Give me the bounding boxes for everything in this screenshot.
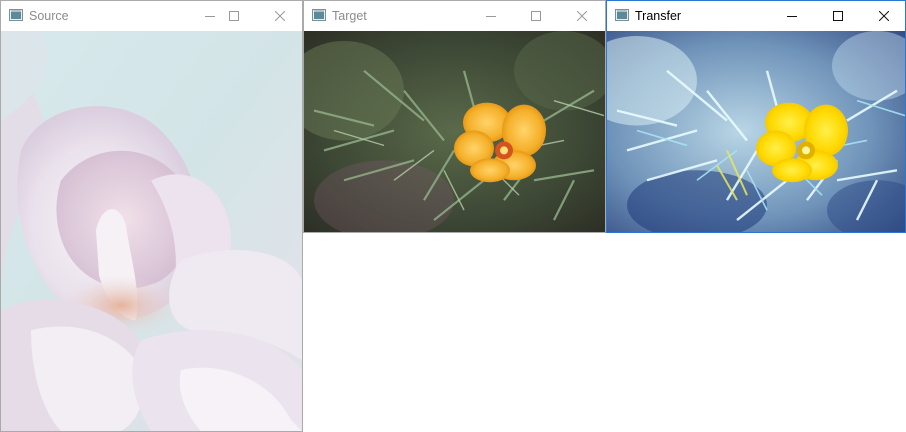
target-titlebar[interactable]: Target (304, 1, 605, 31)
source-window-title: Source (29, 9, 69, 23)
close-icon (577, 11, 587, 21)
transfer-minimize-button[interactable] (769, 1, 815, 31)
minimize-icon (787, 16, 797, 17)
target-image (304, 31, 605, 232)
minimize-icon (486, 16, 496, 17)
close-icon (879, 11, 889, 21)
transfer-image-area (607, 31, 905, 232)
close-icon (275, 11, 285, 21)
transfer-close-button[interactable] (861, 1, 905, 31)
transfer-maximize-button[interactable] (815, 1, 861, 31)
app-window-icon (9, 9, 23, 21)
source-maximize-button[interactable] (211, 1, 257, 31)
maximize-icon (833, 11, 843, 21)
transfer-window[interactable]: Transfer (606, 0, 906, 233)
source-titlebar[interactable]: Source (1, 1, 302, 31)
target-window[interactable]: Target (303, 0, 606, 233)
transfer-window-title: Transfer (635, 9, 682, 23)
source-close-button[interactable] (257, 1, 302, 31)
target-image-area (304, 31, 605, 232)
maximize-icon (531, 11, 541, 21)
target-maximize-button[interactable] (513, 1, 559, 31)
target-minimize-button[interactable] (468, 1, 514, 31)
transfer-image (607, 31, 905, 232)
source-image (1, 31, 302, 431)
app-window-icon (615, 9, 629, 21)
transfer-titlebar[interactable]: Transfer (607, 1, 905, 31)
target-window-title: Target (332, 9, 367, 23)
target-close-button[interactable] (559, 1, 605, 31)
app-window-icon (312, 9, 326, 21)
maximize-icon (229, 11, 239, 21)
source-image-area (1, 31, 302, 431)
source-window[interactable]: Source (0, 0, 303, 432)
